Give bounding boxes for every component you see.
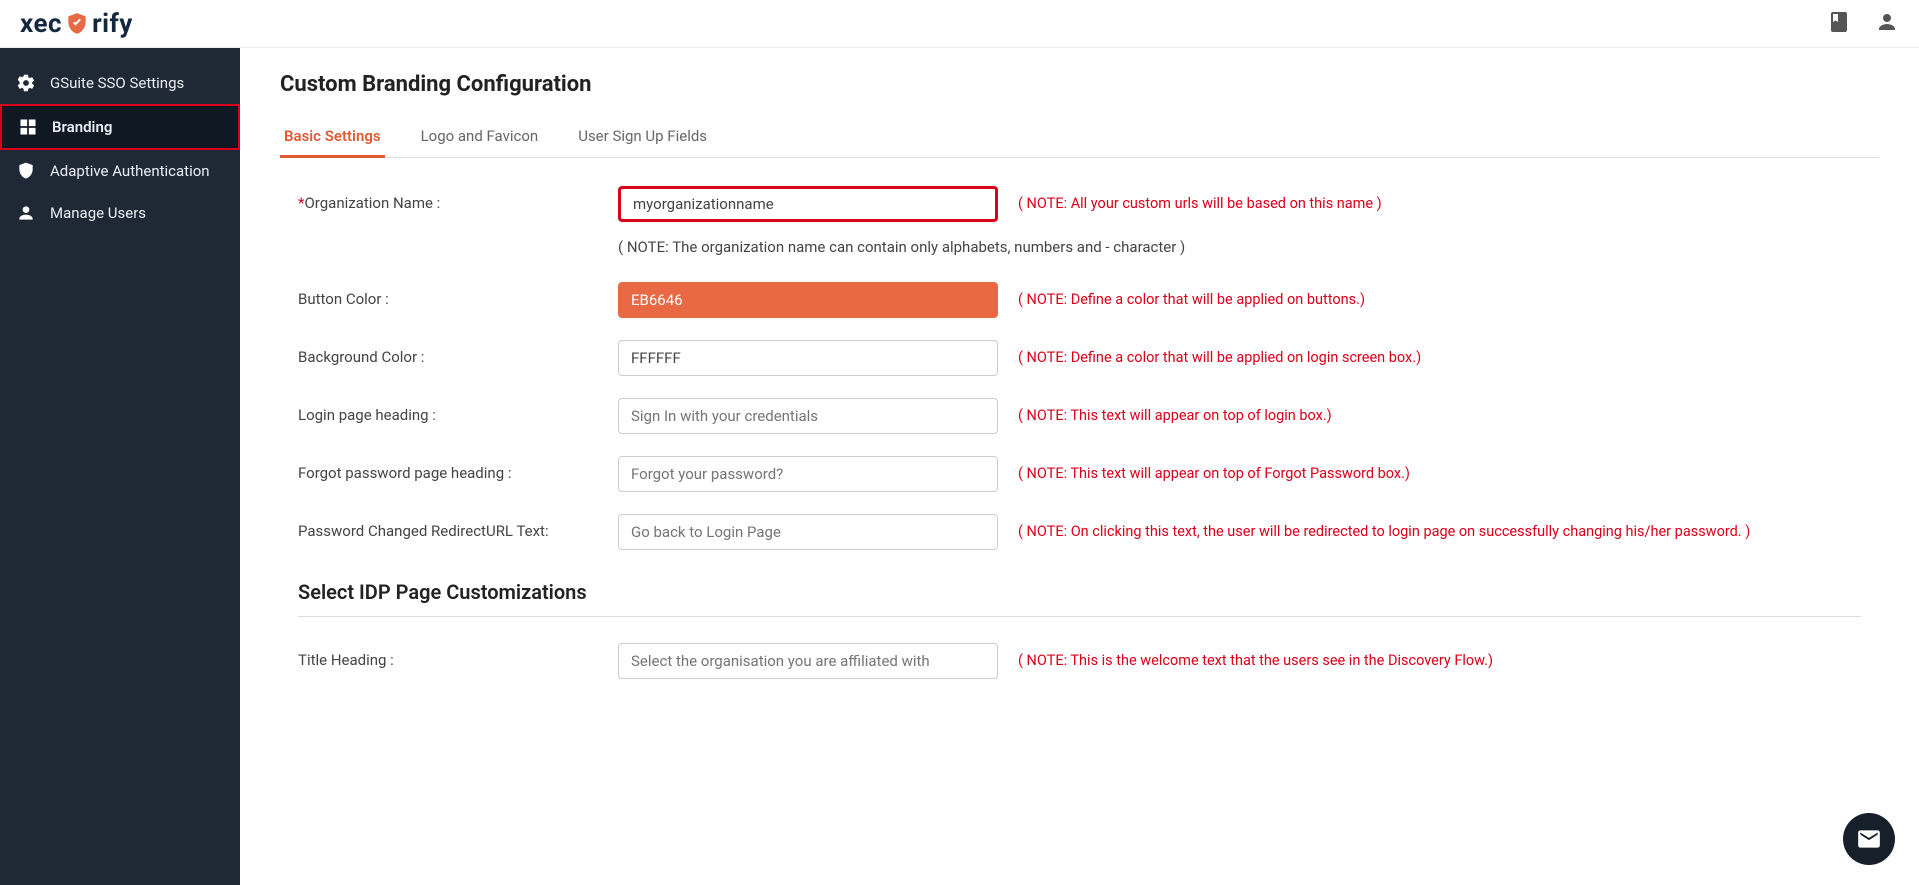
sidebar-item-manage-users[interactable]: Manage Users xyxy=(0,192,240,234)
tabs: Basic Settings Logo and Favicon User Sig… xyxy=(280,117,1879,158)
forgot-heading-input[interactable] xyxy=(618,456,998,492)
user-icon xyxy=(16,203,36,223)
note-title-heading: ( NOTE: This is the welcome text that th… xyxy=(1018,643,1879,671)
logo-shield-icon xyxy=(64,11,90,37)
note-organization-name: ( NOTE: All your custom urls will be bas… xyxy=(1018,186,1879,214)
sidebar-item-branding[interactable]: Branding xyxy=(0,104,240,150)
password-redirect-input[interactable] xyxy=(618,514,998,550)
note-forgot-heading: ( NOTE: This text will appear on top of … xyxy=(1018,456,1879,484)
row-login-heading: Login page heading : ( NOTE: This text w… xyxy=(280,398,1879,434)
row-button-color: Button Color : ( NOTE: Define a color th… xyxy=(280,282,1879,318)
row-background-color: Background Color : ( NOTE: Define a colo… xyxy=(280,340,1879,376)
background-color-input[interactable] xyxy=(618,340,998,376)
row-password-redirect: Password Changed RedirectURL Text: ( NOT… xyxy=(280,514,1879,550)
row-organization-name: *Organization Name : ( NOTE: All your cu… xyxy=(280,186,1879,222)
sidebar-item-label: Manage Users xyxy=(50,204,146,222)
page-title: Custom Branding Configuration xyxy=(280,72,1879,97)
sidebar-item-gsuite-sso[interactable]: GSuite SSO Settings xyxy=(0,62,240,104)
sidebar-item-label: Adaptive Authentication xyxy=(50,162,210,180)
sidebar: GSuite SSO Settings Branding Adaptive Au… xyxy=(0,48,240,885)
tab-user-signup[interactable]: User Sign Up Fields xyxy=(574,117,711,157)
gear-icon xyxy=(16,73,36,93)
idp-section-heading: Select IDP Page Customizations xyxy=(298,580,1879,604)
note-button-color: ( NOTE: Define a color that will be appl… xyxy=(1018,282,1879,310)
mail-icon xyxy=(1856,826,1882,852)
logo-text-post: rify xyxy=(92,9,133,39)
label-password-redirect: Password Changed RedirectURL Text: xyxy=(298,514,598,540)
tab-basic-settings[interactable]: Basic Settings xyxy=(280,117,385,157)
divider xyxy=(298,616,1861,617)
note-password-redirect: ( NOTE: On clicking this text, the user … xyxy=(1018,514,1879,542)
organization-name-input[interactable] xyxy=(618,186,998,222)
row-orgname-subnote: ( NOTE: The organization name can contai… xyxy=(280,238,1879,256)
chat-fab[interactable] xyxy=(1843,813,1895,865)
sidebar-item-label: GSuite SSO Settings xyxy=(50,74,184,92)
label-forgot-heading: Forgot password page heading : xyxy=(298,456,598,482)
sidebar-item-label: Branding xyxy=(52,118,112,136)
topbar: xec rify xyxy=(0,0,1919,48)
note-login-heading: ( NOTE: This text will appear on top of … xyxy=(1018,398,1879,426)
label-login-heading: Login page heading : xyxy=(298,398,598,424)
label-title-heading: Title Heading : xyxy=(298,643,598,669)
button-color-input[interactable] xyxy=(618,282,998,318)
logo-text-pre: xec xyxy=(20,9,62,39)
shield-check-icon xyxy=(16,161,36,181)
tab-logo-favicon[interactable]: Logo and Favicon xyxy=(417,117,543,157)
docs-icon[interactable] xyxy=(1827,10,1851,38)
row-forgot-heading: Forgot password page heading : ( NOTE: T… xyxy=(280,456,1879,492)
login-heading-input[interactable] xyxy=(618,398,998,434)
user-icon[interactable] xyxy=(1875,10,1899,38)
subnote-organization-name: ( NOTE: The organization name can contai… xyxy=(618,238,1879,256)
widgets-icon xyxy=(18,117,38,137)
content: Custom Branding Configuration Basic Sett… xyxy=(240,48,1919,885)
label-background-color: Background Color : xyxy=(298,340,598,366)
label-organization-name: *Organization Name : xyxy=(298,186,598,212)
label-button-color: Button Color : xyxy=(298,282,598,308)
title-heading-input[interactable] xyxy=(618,643,998,679)
logo: xec rify xyxy=(20,9,133,39)
sidebar-item-adaptive-auth[interactable]: Adaptive Authentication xyxy=(0,150,240,192)
topbar-actions xyxy=(1827,10,1899,38)
row-title-heading: Title Heading : ( NOTE: This is the welc… xyxy=(280,643,1879,679)
note-background-color: ( NOTE: Define a color that will be appl… xyxy=(1018,340,1879,368)
